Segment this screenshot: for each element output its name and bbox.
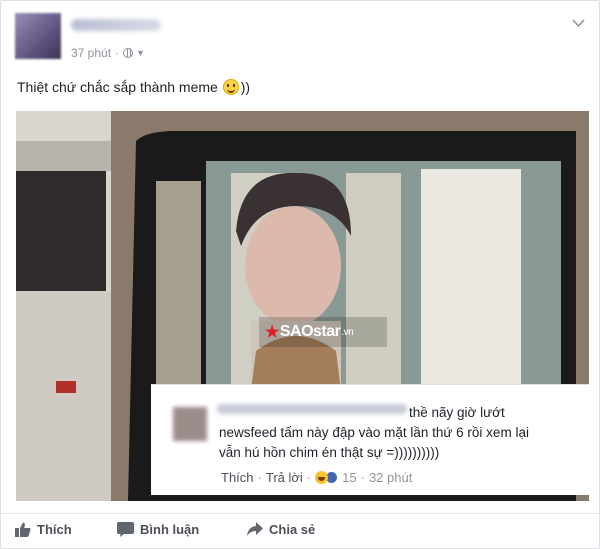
comment-bubble-icon: [117, 522, 134, 537]
globe-icon[interactable]: [123, 48, 134, 58]
author-name-blurred[interactable]: [71, 19, 161, 31]
comment-like-link[interactable]: Thích: [221, 470, 254, 485]
thumbs-up-icon: [15, 522, 31, 537]
comment-dot: ·: [360, 470, 365, 485]
share-label: Chia sẻ: [269, 522, 316, 537]
comment-actions: Thích · Trả lời · 15 · 32 phút: [221, 470, 412, 485]
comment-label: Bình luận: [140, 522, 200, 537]
smile-emoji-icon: [222, 79, 239, 95]
comment-time[interactable]: 32 phút: [369, 470, 412, 485]
meta-dot: ·: [115, 46, 120, 60]
post-action-bar: Thích Bình luận Chia sẻ: [1, 513, 599, 544]
commenter-avatar[interactable]: [173, 407, 207, 441]
share-button[interactable]: Chia sẻ: [247, 522, 315, 537]
comment-dot: ·: [257, 470, 262, 485]
like-label: Thích: [37, 522, 72, 537]
watermark-logo: ★ SAOstar .vn: [259, 317, 387, 347]
author-avatar[interactable]: [15, 13, 61, 59]
star-icon: ★: [265, 324, 279, 341]
comment-dot: ·: [306, 470, 312, 485]
share-arrow-icon: [247, 522, 263, 536]
overlaid-comment: thề nãy giờ lướt newsfeed tấm này đập và…: [151, 384, 589, 495]
caret-down-icon[interactable]: ▼: [136, 48, 145, 58]
post-header: 37 phút · ▼: [15, 13, 585, 61]
post-caption: Thiệt chứ chắc sắp thành meme )): [17, 79, 250, 95]
like-button[interactable]: Thích: [15, 522, 72, 537]
chevron-down-icon[interactable]: [572, 15, 585, 31]
comment-reply-link[interactable]: Trả lời: [266, 470, 303, 485]
comment-reactions[interactable]: [315, 471, 339, 484]
post-meta: 37 phút · ▼: [71, 46, 145, 60]
caption-tail: )): [240, 79, 251, 95]
post-time[interactable]: 37 phút: [71, 46, 111, 60]
watermark-domain: .vn: [341, 326, 354, 338]
watermark-brand: SAOstar: [279, 323, 341, 340]
comment-text: thề nãy giờ lướt newsfeed tấm này đập và…: [219, 405, 529, 460]
post-card: 37 phút · ▼ Thiệt chứ chắc sắp thành mem…: [0, 0, 600, 549]
comment-button[interactable]: Bình luận: [117, 522, 199, 537]
caption-text: Thiệt chứ chắc sắp thành meme: [17, 79, 218, 95]
reaction-count[interactable]: 15: [342, 470, 356, 485]
